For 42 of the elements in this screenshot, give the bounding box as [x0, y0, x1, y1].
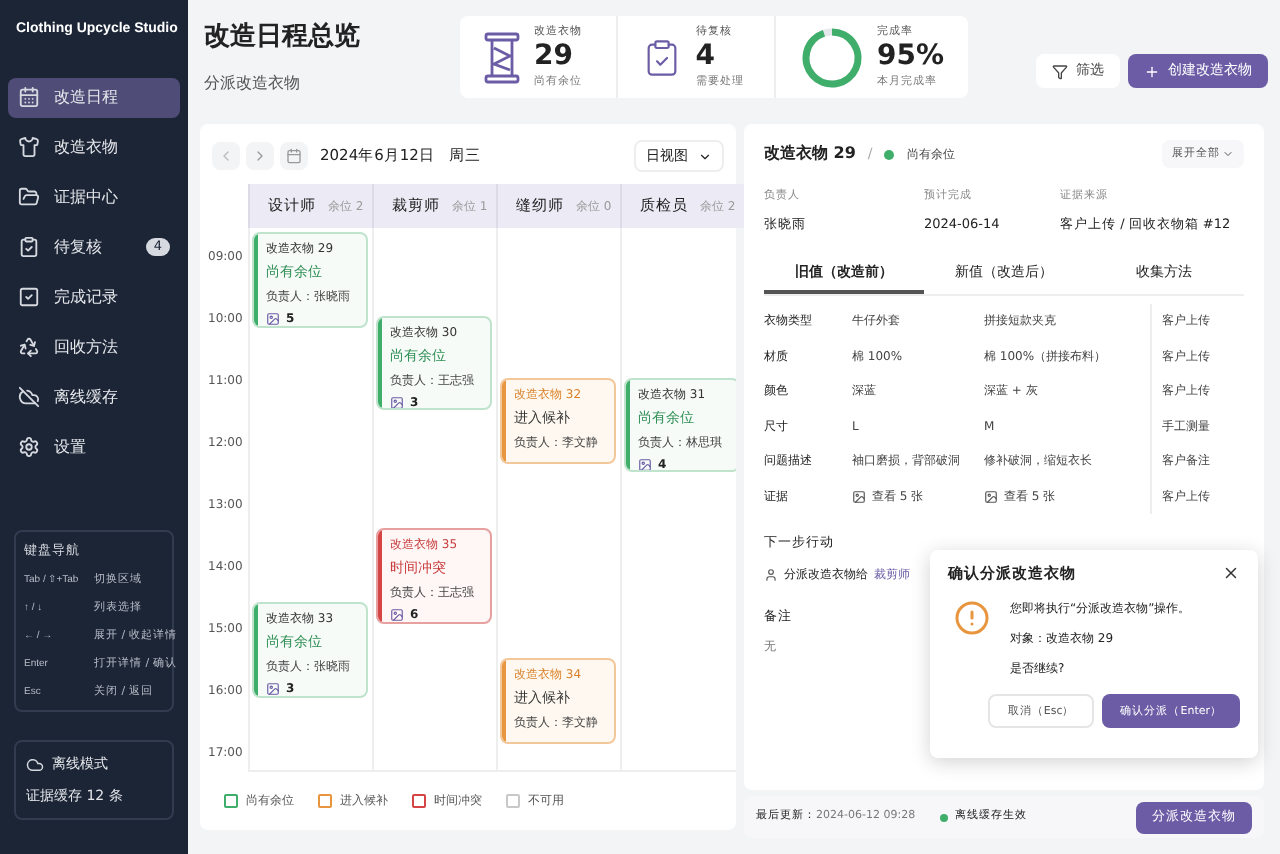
nav-icon: [18, 386, 40, 408]
nav-item[interactable]: 离线缓存: [8, 377, 180, 417]
image-icon: [266, 681, 280, 695]
image-icon: [984, 489, 998, 504]
nav-icon: [18, 186, 40, 208]
chevron-down-icon: [698, 149, 712, 163]
image-icon: [390, 395, 404, 408]
plus-icon: [1144, 63, 1160, 79]
image-icon: [852, 489, 866, 504]
user-icon: [764, 567, 778, 582]
nav-icon: [18, 86, 40, 108]
nav-item[interactable]: 回收方法: [8, 327, 180, 367]
chevron-left-icon: [218, 148, 234, 164]
nav-icon: [18, 136, 40, 158]
nav-icon: [18, 436, 40, 458]
image-icon: [266, 311, 280, 325]
calendar-icon: [286, 148, 302, 164]
close-icon[interactable]: [1222, 564, 1240, 583]
nav-item[interactable]: 改造衣物: [8, 127, 180, 167]
next-button[interactable]: [246, 142, 274, 170]
page-subtitle: 分派改造衣物: [204, 72, 302, 97]
nav-item[interactable]: 完成记录: [8, 277, 180, 317]
warning-icon: [954, 600, 990, 637]
cloud-icon: [26, 756, 44, 774]
nav-icon: [18, 236, 40, 258]
nav-icon: [18, 336, 40, 358]
date-picker-button[interactable]: [280, 142, 308, 170]
nav-item[interactable]: 设置: [8, 427, 180, 467]
filter-icon: [1052, 63, 1068, 79]
nav-icon: [18, 286, 40, 308]
image-icon: [638, 457, 652, 470]
stat-value: 95%: [877, 40, 945, 74]
nav-item[interactable]: 改造日程: [8, 77, 180, 117]
detail-title: 改造衣物 29: [764, 142, 856, 166]
image-icon: [390, 607, 404, 621]
spool-icon: [484, 31, 520, 83]
stat-value: 4: [695, 40, 717, 74]
stat-value: 29: [534, 40, 575, 74]
chevron-right-icon: [252, 148, 268, 164]
chevron-down-icon: [1222, 148, 1234, 160]
nav-item[interactable]: 证据中心: [8, 177, 180, 217]
page-title: 改造日程总览: [204, 19, 362, 56]
